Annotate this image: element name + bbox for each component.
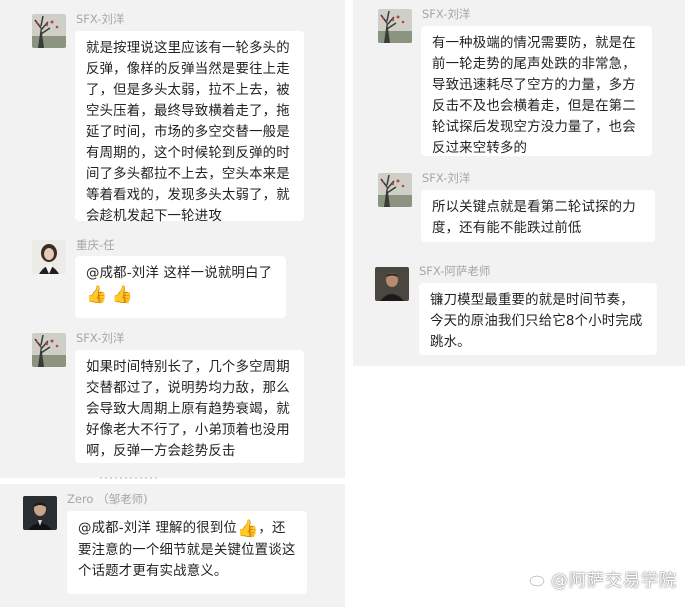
avatar-tree-image [32,14,66,48]
avatar-tree-image [378,173,412,207]
watermark-text: @阿萨交易学院 [551,571,677,591]
message-bubble[interactable]: 如果时间特别长了，几个多空周期交替都过了，说明势均力敌，那么会导致大周期上原有趋… [75,350,304,463]
message-bubble[interactable]: 镰刀模型最重要的就是时间节奏，今天的原油我们只给它8个小时完成跳水。 [419,283,657,355]
mention-link[interactable]: @成都-刘洋 [86,266,159,281]
mention-link[interactable]: @成都-刘洋 [78,521,151,536]
sender-name: SFX-刘洋 [76,12,125,26]
message-bubble[interactable]: 就是按理说这里应该有一轮多头的反弹，像样的反弹当然是要往上走了，但是多头太弱，拉… [75,31,304,224]
sender-name: SFX-刘洋 [422,171,471,185]
avatar[interactable] [375,267,409,301]
avatar[interactable] [23,496,57,530]
watermark: @阿萨交易学院 [528,566,677,591]
thumbs-up-icon: 👍 [111,285,134,305]
weibo-icon [529,571,546,587]
avatar-tree-image [32,333,66,367]
sender-name: Zero （邹老师) [67,492,148,506]
sender-name: SFX-刘洋 [422,7,471,21]
message-bubble[interactable]: @成都-刘洋 理解的很到位👍，还要注意的一个细节就是关键位置谈这个话题才更有实战… [67,511,307,594]
thumbs-up-icon: 👍 [86,285,108,305]
avatar[interactable] [32,333,66,367]
avatar-man-image [23,496,57,530]
avatar-woman-image [32,240,66,274]
avatar[interactable] [378,173,412,207]
message-text: 这样一说就明白了 [159,266,273,281]
avatar[interactable] [32,14,66,48]
divider [100,477,160,479]
message-text: 理解的很到位 [151,521,237,536]
avatar-man-image [375,267,409,301]
sender-name: SFX-刘洋 [76,331,125,345]
message-bubble[interactable]: 有一种极端的情况需要防，就是在前一轮走势的尾声处跌的非常急，导致迅速耗尽了空方的… [421,26,652,156]
message-bubble[interactable]: 所以关键点就是看第二轮试探的力度，还有能不能跌过前低 [421,190,655,242]
avatar[interactable] [378,9,412,43]
sender-name: SFX-阿萨老师 [419,264,491,278]
avatar[interactable] [32,240,66,274]
avatar-tree-image [378,9,412,43]
thumbs-up-icon: 👍 [237,519,259,539]
message-bubble[interactable]: @成都-刘洋 这样一说就明白了 👍 👍 [75,256,286,318]
sender-name: 重庆-任 [76,238,115,252]
